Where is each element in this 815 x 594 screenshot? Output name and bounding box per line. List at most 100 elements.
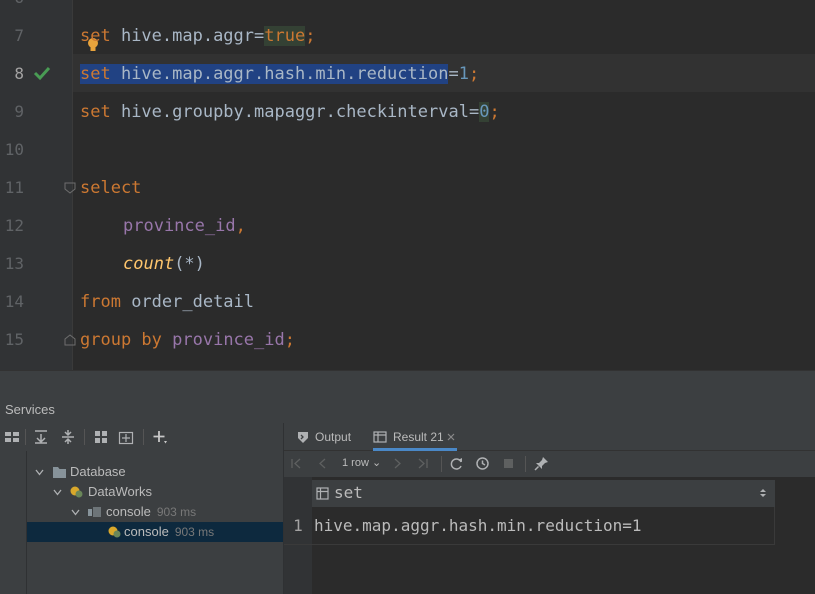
semicolon: ; [468,64,480,84]
comma: , [235,216,246,236]
column-identifier: province_id [161,330,285,350]
services-panel: Services Database DataWorks console 903 … [0,370,815,594]
tree-item-label: console 903 ms [124,522,214,542]
add-service-icon[interactable] [118,429,134,445]
function-args: (*) [174,254,205,274]
chevron-down-icon[interactable] [35,468,44,477]
line-number: 14 [4,292,24,311]
line-number: 7 [14,26,24,45]
table-icon [373,431,387,443]
output-icon [298,432,308,443]
first-page-icon[interactable] [289,456,304,471]
group-services-icon[interactable] [93,429,109,445]
stop-icon[interactable] [501,456,516,471]
semicolon: ; [489,102,500,122]
group-by-icon[interactable] [4,429,20,445]
fold-marker-icon[interactable] [64,182,76,194]
number-literal: 1 [458,64,469,84]
close-icon[interactable] [447,433,455,441]
line-number: 12 [4,216,24,235]
console-icon [108,526,121,538]
results-tabs: Output Result 21 [284,423,815,451]
semicolon: ; [284,330,295,350]
history-icon[interactable] [475,456,490,471]
column-name: set [334,483,363,502]
folder-icon [53,467,66,478]
keyword-set: set [80,26,111,46]
tree-item-console-session[interactable]: console 903 ms [27,502,283,522]
keyword-by: by [131,330,162,350]
code-line-11[interactable]: select [80,169,141,207]
execution-time: 903 ms [156,505,197,519]
property-name: hive.map.aggr= [110,26,265,46]
result-grid: set 1 hive.map.aggr.hash.min.reduction=1 [284,477,815,594]
toolbar-separator [84,429,85,445]
expand-all-icon[interactable] [33,429,49,445]
keyword-set: set [80,102,111,122]
tab-output[interactable]: Output [296,423,362,451]
line-number: 13 [4,254,24,273]
keyword-select: select [80,178,142,198]
services-title: Services [5,402,55,417]
toolbar-separator [143,429,144,445]
code-line-12[interactable]: province_id, [123,207,246,245]
keyword-from: from [80,292,121,312]
collapse-all-icon[interactable] [60,429,76,445]
results-toolbar: 1 row ⌄ [284,451,815,477]
keyword-set: set [80,64,111,84]
tree-item-label: console 903 ms [106,502,196,522]
tree-item-label: DataWorks [88,484,153,499]
tab-label: Output [315,430,352,444]
semicolon: ; [305,26,316,46]
tree-item-dataworks[interactable]: DataWorks [27,482,283,502]
toolbar-separator [525,456,526,472]
chevron-down-icon[interactable] [53,488,62,497]
keyword-group: group [80,330,132,350]
function-count: count [123,254,175,274]
tree-item-database[interactable]: Database [27,462,283,482]
code-line-14[interactable]: from order_detail [80,283,254,321]
tab-label: Result 21 [393,430,444,444]
rows-selector-label: 1 row [342,457,369,469]
services-tree: Database DataWorks console 903 ms console… [0,451,283,594]
chevron-down-icon[interactable] [71,508,80,517]
line-number: 6 [0,0,24,7]
code-line-13[interactable]: count(*) [123,245,205,283]
column-header[interactable]: set [312,480,775,507]
column-identifier: province_id [123,216,236,236]
reload-icon[interactable] [449,456,464,471]
table-identifier: order_detail [120,292,255,312]
tree-item-console[interactable]: console 903 ms [27,522,283,542]
last-page-icon[interactable] [415,456,430,471]
execution-time: 903 ms [174,525,215,539]
plus-icon[interactable] [152,429,168,445]
code-line-8[interactable]: set hive.map.aggr.hash.min.reduction=1; [80,55,479,93]
table-row[interactable]: 1 hive.map.aggr.hash.min.reduction=1 [284,507,775,545]
column-icon [316,487,329,500]
previous-page-icon[interactable] [315,456,330,471]
tree-item-name: console [124,524,169,539]
literal-true: true [264,26,306,46]
code-editor[interactable]: 6 7 8 9 10 11 12 13 14 15 set hive.map.a… [0,0,815,370]
rows-selector[interactable]: 1 row ⌄ [342,456,381,469]
line-number: 15 [4,330,24,349]
code-line-15[interactable]: group by province_id; [80,321,295,359]
success-check-icon[interactable] [33,65,51,81]
pin-icon[interactable] [534,456,549,471]
equals-sign: = [448,64,459,84]
line-number: 11 [4,178,24,197]
code-line-9[interactable]: set hive.groupby.mapaggr.checkinterval=0… [80,93,500,131]
services-toolbar [0,423,283,451]
table-cell[interactable]: hive.map.aggr.hash.min.reduction=1 [312,507,775,545]
sort-icon[interactable] [759,487,767,499]
tree-side-strip [0,451,27,594]
row-number: 1 [293,516,303,535]
toolbar-separator [441,456,442,472]
tab-result[interactable]: Result 21 [373,423,457,451]
next-page-icon[interactable] [390,456,405,471]
property-name: hive.map.aggr.hash.min.reduction [110,64,449,84]
code-line-7[interactable]: set hive.map.aggr=true; [80,17,315,55]
fold-end-marker-icon[interactable] [64,334,76,346]
datasource-icon [70,486,83,498]
toolbar-separator [25,429,26,445]
